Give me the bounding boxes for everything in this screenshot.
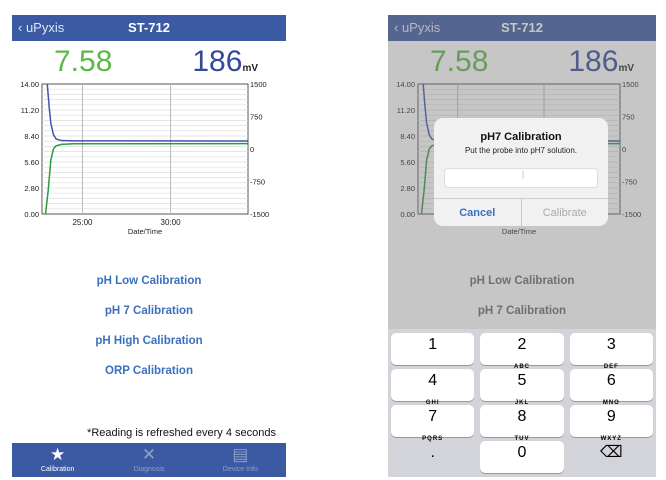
key-digit: 1 xyxy=(428,336,438,353)
tools-icon: ✕ xyxy=(141,445,157,464)
nav-title: ST-712 xyxy=(128,20,170,35)
key-dot[interactable]: . xyxy=(391,441,474,473)
left-tick-label: 8.40 xyxy=(24,132,39,141)
ph-low-calibration-button[interactable]: pH Low Calibration xyxy=(12,275,286,305)
tab-calibration[interactable]: ★ Calibration xyxy=(12,443,103,477)
nav-bar: ‹ uPyxis ST-712 xyxy=(12,15,286,41)
phone-dialog-screen: ‹ uPyxis ST-712 7.58 186mV 25:0030:0014.… xyxy=(388,15,656,477)
key-8[interactable]: 8 TUV xyxy=(480,405,564,442)
phone-main-screen: ‹ uPyxis ST-712 7.58 186mV 25:00 30:00 14.… xyxy=(12,15,286,477)
ph7-calibration-dialog: pH7 Calibration Put the probe into pH7 s… xyxy=(434,118,608,226)
readings: 7.58 186mV xyxy=(12,41,286,81)
document-icon: ▤ xyxy=(232,445,249,464)
key-digit: 8 xyxy=(517,408,527,425)
key-4[interactable]: 4 GHI xyxy=(391,369,475,406)
calibration-input[interactable]: | xyxy=(444,168,598,188)
key-digit: 4 xyxy=(428,372,438,389)
refresh-note: *Reading is refreshed every 4 seconds xyxy=(87,427,276,439)
keyboard-row: 1 2 ABC 3 DEF xyxy=(391,333,653,370)
key-3[interactable]: 3 DEF xyxy=(569,333,653,370)
key-digit: 0 xyxy=(517,444,527,461)
delete-key[interactable]: ⌫ xyxy=(570,441,653,473)
numeric-keyboard: 1 2 ABC 3 DEF 4 GHI 5 JKL 6 MNO 7 PQRS 8 TUV 9 WXYZ. 0 ⌫ xyxy=(388,329,656,477)
backspace-icon: ⌫ xyxy=(600,444,623,461)
left-tick-label: 14.00 xyxy=(20,81,39,89)
keyboard-row: 7 PQRS 8 TUV 9 WXYZ xyxy=(391,405,653,442)
left-tick-label: 11.20 xyxy=(21,106,39,115)
right-tick-label: 0 xyxy=(250,145,254,154)
key-digit: . xyxy=(430,444,435,461)
tab-label: Diagnosis xyxy=(133,466,165,473)
key-digit: 2 xyxy=(517,336,527,353)
key-6[interactable]: 6 MNO xyxy=(569,369,653,406)
x-tick-label: 30:00 xyxy=(161,218,182,227)
key-digit: 6 xyxy=(606,372,616,389)
calibrate-button[interactable]: Calibrate xyxy=(522,199,609,226)
tab-label: Device Info xyxy=(222,466,258,473)
orp-calibration-button[interactable]: ORP Calibration xyxy=(12,365,286,395)
right-tick-label: 750 xyxy=(250,113,263,122)
key-1[interactable]: 1 xyxy=(391,333,475,365)
keyboard-row: 4 GHI 5 JKL 6 MNO xyxy=(391,369,653,406)
ph-high-calibration-button[interactable]: pH High Calibration xyxy=(12,335,286,365)
key-digit: 3 xyxy=(606,336,616,353)
star-icon: ★ xyxy=(50,445,66,464)
right-tick-label: -750 xyxy=(250,178,265,187)
key-digit: 7 xyxy=(428,408,438,425)
dialog-title: pH7 Calibration xyxy=(480,131,562,143)
keyboard-row: . 0 ⌫ xyxy=(391,441,653,473)
key-digit: 5 xyxy=(517,372,527,389)
tab-label: Calibration xyxy=(40,466,75,473)
key-5[interactable]: 5 JKL xyxy=(480,369,564,406)
tab-device-info[interactable]: ▤ Device Info xyxy=(195,443,286,477)
right-tick-label: -1500 xyxy=(250,210,269,219)
mv-value: 186 xyxy=(192,45,243,78)
x-axis-label: Date/Time xyxy=(128,227,162,236)
mv-reading: 186mV xyxy=(192,45,258,79)
x-tick-label: 25:00 xyxy=(72,218,93,227)
plot-area xyxy=(41,83,249,215)
tab-diagnosis[interactable]: ✕ Diagnosis xyxy=(103,443,194,477)
cancel-button[interactable]: Cancel xyxy=(434,199,522,226)
key-9[interactable]: 9 WXYZ xyxy=(569,405,653,442)
left-tick-label: 2.80 xyxy=(24,184,39,193)
ph7-calibration-button[interactable]: pH 7 Calibration xyxy=(12,305,286,335)
key-digit: 9 xyxy=(606,408,616,425)
left-tick-label: 0.00 xyxy=(24,210,39,219)
right-tick-label: 1500 xyxy=(250,81,267,89)
ph-reading: 7.58 xyxy=(54,45,113,78)
key-0[interactable]: 0 xyxy=(480,441,564,473)
key-2[interactable]: 2 ABC xyxy=(480,333,564,370)
mv-unit: mV xyxy=(242,63,258,74)
left-tick-label: 5.60 xyxy=(24,158,39,167)
reading-chart: 25:00 30:00 14.00 11.20 8.40 5.60 2.80 0.00 1500… xyxy=(20,81,269,236)
tab-bar: ★ Calibration ✕ Diagnosis ▤ Device Info xyxy=(12,443,286,477)
dialog-message: Put the probe into pH7 solution. xyxy=(464,146,578,155)
key-7[interactable]: 7 PQRS xyxy=(391,405,475,442)
